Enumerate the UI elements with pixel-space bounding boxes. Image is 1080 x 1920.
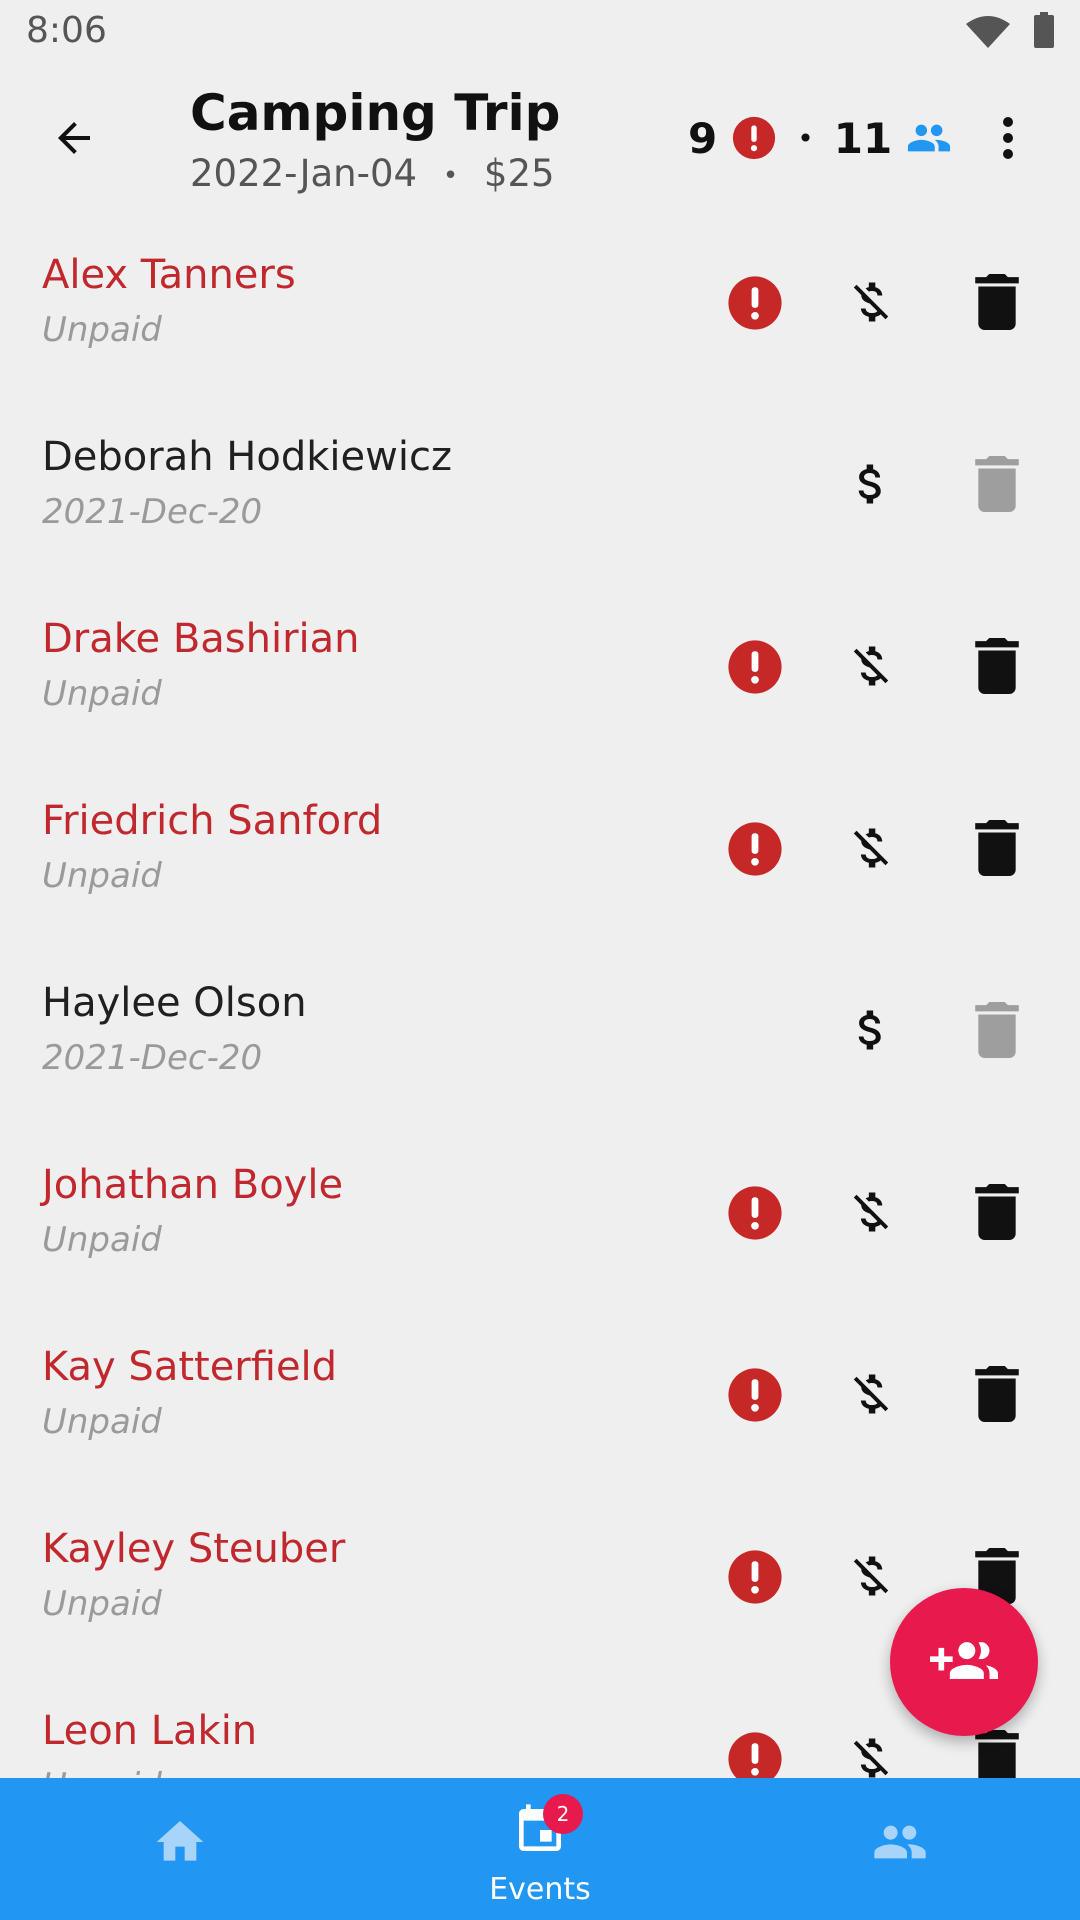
payment-status: Unpaid [42,1584,162,1624]
participant-name: Drake Bashirian [42,616,360,662]
events-badge: 2 [543,1794,583,1834]
payment-status: Unpaid [42,1220,162,1260]
money-off-icon[interactable] [845,1546,897,1606]
participant-name: Alex Tanners [42,252,296,298]
money-off-icon[interactable] [845,1182,897,1242]
trash-icon[interactable] [974,1366,1020,1422]
payment-status: 2021-Dec-20 [42,492,263,532]
payment-status: Unpaid [42,1766,162,1778]
participant-row[interactable]: Haylee Olson 2021-Dec-20 [0,964,1080,1146]
money-off-icon[interactable] [845,1364,897,1424]
more-options-button[interactable] [984,108,1032,168]
member-count: 11 [833,113,893,163]
people-icon [906,115,952,161]
dollar-icon[interactable] [845,1000,897,1060]
home-icon [156,1821,204,1861]
trash-icon[interactable] [974,820,1020,876]
payment-status: Unpaid [42,310,162,350]
participant-name: Deborah Hodkiewicz [42,434,452,480]
event-subtitle: 2022-Jan-04 • $25 [190,152,555,195]
participant-name: Leon Lakin [42,1708,258,1754]
group-add-icon [930,1642,998,1679]
alert-circle-icon[interactable] [726,1184,784,1242]
alert-circle-icon [731,115,777,161]
app-bar: Camping Trip 2022-Jan-04 • $25 9 • 11 [0,66,1080,236]
payment-status: Unpaid [42,1402,162,1442]
trash-icon [974,456,1020,512]
people-icon [874,1825,926,1859]
alert-circle-icon[interactable] [726,1548,784,1606]
nav-home[interactable] [0,1778,360,1920]
alert-circle-icon[interactable] [726,1730,784,1778]
nav-events[interactable]: 2 Events [360,1778,720,1920]
money-off-icon[interactable] [845,272,897,332]
money-off-icon[interactable] [845,1728,897,1778]
payment-status: Unpaid [42,856,162,896]
bottom-navigation: 2 Events [0,1778,1080,1920]
status-time: 8:06 [26,10,107,51]
battery-icon [1034,12,1054,48]
participant-row[interactable]: Deborah Hodkiewicz 2021-Dec-20 [0,418,1080,600]
dollar-icon[interactable] [845,454,897,514]
header-stats: 9 • 11 [688,110,952,166]
subtitle-separator: • [442,160,459,191]
alert-circle-icon[interactable] [726,274,784,332]
unpaid-count: 9 [688,113,718,163]
trash-icon [974,1002,1020,1058]
participant-row[interactable]: Kay Satterfield Unpaid [0,1328,1080,1510]
more-vert-icon [1003,117,1013,159]
stats-separator: • [797,121,814,155]
money-off-icon[interactable] [845,636,897,696]
participant-name: Haylee Olson [42,980,307,1026]
back-button[interactable] [36,100,112,176]
trash-icon[interactable] [974,274,1020,330]
participant-name: Kay Satterfield [42,1344,338,1390]
participant-name: Friedrich Sanford [42,798,383,844]
add-participants-button[interactable] [890,1588,1038,1736]
status-bar: 8:06 [0,0,1080,66]
trash-icon[interactable] [974,1184,1020,1240]
participant-name: Kayley Steuber [42,1526,346,1572]
nav-events-label: Events [489,1872,591,1907]
participant-name: Johathan Boyle [42,1162,344,1208]
alert-circle-icon[interactable] [726,820,784,878]
event-date: 2022-Jan-04 [190,152,418,195]
trash-icon[interactable] [974,1730,1020,1778]
participant-row[interactable]: Friedrich Sanford Unpaid [0,782,1080,964]
payment-status: 2021-Dec-20 [42,1038,263,1078]
page-title: Camping Trip [190,84,561,142]
participant-row[interactable]: Drake Bashirian Unpaid [0,600,1080,782]
payment-status: Unpaid [42,674,162,714]
alert-circle-icon[interactable] [726,1366,784,1424]
event-price: $25 [483,152,555,195]
money-off-icon[interactable] [845,818,897,878]
participant-list: Alex Tanners Unpaid Deborah Hodkiewicz 2021… [0,236,1080,1778]
participant-row[interactable]: Johathan Boyle Unpaid [0,1146,1080,1328]
wifi-icon [966,16,1010,48]
participant-row[interactable]: Alex Tanners Unpaid [0,236,1080,418]
nav-people[interactable] [720,1778,1080,1920]
arrow-back-icon [58,122,90,154]
alert-circle-icon[interactable] [726,638,784,696]
trash-icon[interactable] [974,638,1020,694]
